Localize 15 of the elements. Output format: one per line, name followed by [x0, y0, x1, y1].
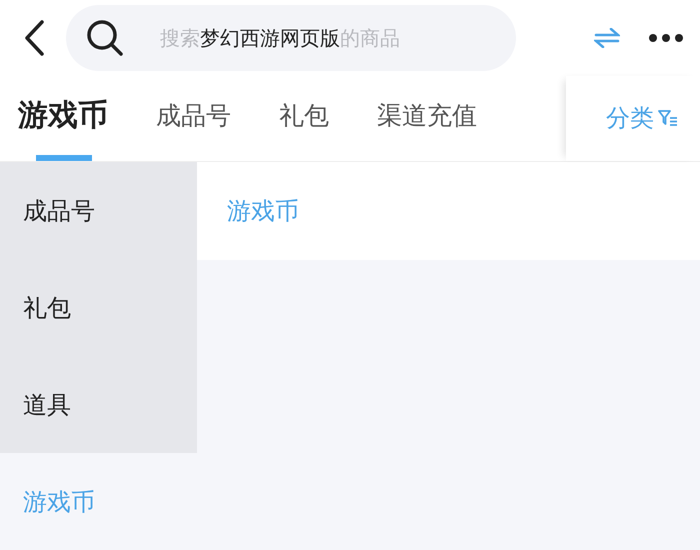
filter-icon — [658, 109, 678, 128]
sidebar-item[interactable]: 成品号 — [0, 162, 197, 259]
more-icon[interactable] — [648, 32, 684, 43]
search-icon — [86, 18, 124, 57]
tab-indicator — [36, 155, 92, 161]
search-field[interactable]: 搜索梦幻西游网页版的商品 — [66, 4, 516, 71]
tab[interactable]: 渠道充值 — [377, 76, 477, 161]
sidebar-item[interactable]: 礼包 — [0, 259, 197, 356]
search-placeholder: 搜索梦幻西游网页版的商品 — [160, 24, 400, 52]
tab[interactable]: 游戏币 — [18, 76, 108, 161]
tab[interactable]: 成品号 — [156, 76, 231, 161]
section-heading: 游戏币 — [227, 196, 299, 227]
swap-icon[interactable] — [594, 28, 620, 48]
tab[interactable]: 礼包 — [279, 76, 329, 161]
sidebar-item[interactable]: 道具 — [0, 356, 197, 453]
